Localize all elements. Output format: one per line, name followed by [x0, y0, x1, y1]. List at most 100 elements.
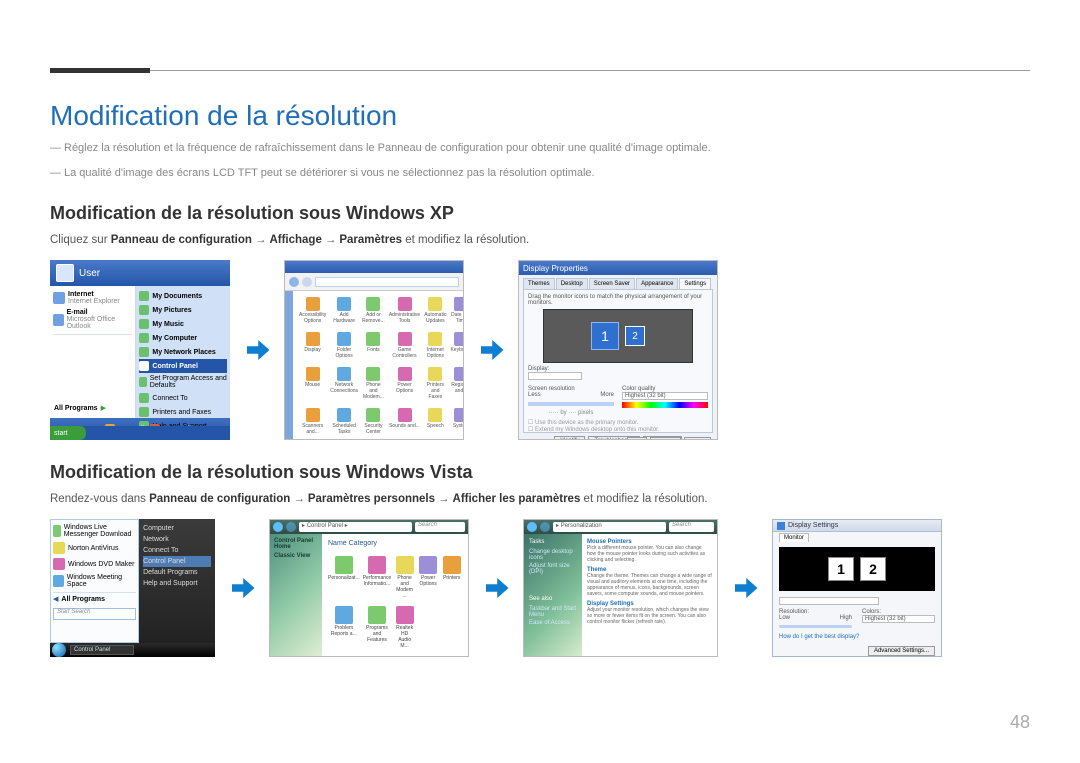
ok-button[interactable]: OK [627, 437, 648, 440]
cp-item[interactable]: Realtek HD Audio M... [394, 606, 415, 650]
see-also-header: See also [529, 596, 577, 602]
monitor-2[interactable]: 2 [860, 557, 886, 581]
cp-item[interactable]: Problem Reports a... [328, 606, 360, 650]
cp-item[interactable]: Printers [441, 556, 462, 600]
advanced-settings-button[interactable]: Advanced Settings... [868, 646, 935, 656]
cp-item[interactable]: Add Hardware [330, 297, 358, 324]
screenshot-vista-display-settings: Display Settings Monitor 1 2 Resolution:… [772, 519, 942, 657]
adjust-dpi-link[interactable]: Adjust font size (DPI) [529, 562, 577, 576]
tab-screensaver[interactable]: Screen Saver [589, 278, 635, 289]
monitor-arrangement[interactable]: 1 2 [779, 547, 935, 591]
messenger-icon [53, 525, 61, 537]
tab-monitor[interactable]: Monitor [779, 533, 809, 542]
address-bar[interactable] [315, 277, 459, 287]
cp-item[interactable]: Security Center [362, 408, 385, 435]
mail-icon [53, 314, 64, 326]
cp-item[interactable]: Performance Informatio... [363, 556, 392, 600]
cp-item[interactable]: Internet Options [424, 332, 446, 359]
color-quality-dropdown[interactable]: Highest (32 bit) [622, 392, 708, 400]
cp-item[interactable]: Regional and... [450, 367, 464, 400]
computer-icon [139, 333, 149, 343]
all-programs[interactable]: All Programs [61, 596, 105, 603]
cp-item[interactable]: Automatic Updates [424, 297, 446, 324]
cp-item[interactable]: Scanners and... [299, 408, 326, 435]
search-input[interactable]: Search [415, 522, 465, 532]
screenshot-xp-start-menu: User InternetInternet Explorer E-mailMic… [50, 260, 230, 440]
forward-icon[interactable] [286, 522, 296, 532]
instruction-xp: Cliquez sur Panneau de configuration→Aff… [50, 234, 1030, 246]
tab-desktop[interactable]: Desktop [556, 278, 588, 289]
change-icons-link[interactable]: Change desktop icons [529, 548, 577, 562]
network-icon [139, 347, 149, 357]
instruction-vista: Rendez-vous dans Panneau de configuratio… [50, 493, 1030, 505]
monitor-1[interactable]: 1 [591, 322, 619, 350]
cp-item[interactable]: Accessibility Options [299, 297, 326, 324]
colors-dropdown[interactable]: Highest (32 bit) [862, 615, 935, 623]
note-1: ―Réglez la résolution et la fréquence de… [50, 140, 1030, 157]
cp-item[interactable]: Personalizat... [328, 556, 360, 600]
folder-icon [139, 305, 149, 315]
cancel-button[interactable]: Cancel [650, 437, 681, 440]
cp-item[interactable]: Date and Time [450, 297, 464, 324]
cp-item[interactable]: Keyboard [450, 332, 464, 359]
back-icon[interactable] [289, 277, 299, 287]
taskbar-item[interactable]: Control Panel [70, 645, 134, 655]
cp-item[interactable]: Phone and Modem... [362, 367, 385, 400]
cp-item[interactable]: Sounds and... [389, 408, 420, 435]
monitor-2[interactable]: 2 [625, 326, 645, 346]
back-icon[interactable] [273, 522, 283, 532]
all-programs[interactable]: All Programs [54, 405, 98, 412]
connect-icon [139, 393, 149, 403]
help-link[interactable]: How do I get the best display? [773, 632, 941, 642]
extend-desktop-checkbox[interactable]: Extend my Windows desktop onto this moni… [535, 427, 659, 433]
monitor-1[interactable]: 1 [828, 557, 854, 581]
start-button[interactable]: start [50, 426, 86, 440]
page-title: Modification de la résolution [50, 100, 1030, 132]
forward-icon[interactable] [540, 522, 550, 532]
display-dropdown[interactable] [528, 372, 582, 380]
cp-item[interactable]: Display [299, 332, 326, 359]
cp-item[interactable]: Administrative Tools [389, 297, 420, 324]
cp-item[interactable]: Game Controllers [389, 332, 420, 359]
tab-appearance[interactable]: Appearance [636, 278, 678, 289]
cp-item[interactable]: Mouse [299, 367, 326, 400]
monitor-arrangement[interactable]: 1 2 [543, 309, 693, 363]
screenshot-xp-display-properties: Display Properties Themes Desktop Screen… [518, 260, 718, 440]
tab-themes[interactable]: Themes [523, 278, 555, 289]
cp-item[interactable]: Power Options [389, 367, 420, 400]
forward-icon[interactable] [302, 277, 312, 287]
screenshot-vista-control-panel: ▸ Control Panel ▸ Search Control Panel H… [269, 519, 469, 657]
page-number: 48 [1010, 712, 1030, 733]
search-input[interactable]: Search [669, 522, 714, 532]
cp-item[interactable]: Folder Options [330, 332, 358, 359]
arrow-right-icon [730, 573, 760, 603]
resolution-slider[interactable] [779, 625, 852, 628]
printers-icon [139, 407, 149, 417]
control-panel-item[interactable]: Control Panel [152, 363, 198, 370]
start-search-input[interactable]: Start Search [53, 608, 136, 620]
cp-item[interactable]: Printers and Faxes [424, 367, 446, 400]
cp-item[interactable]: Scheduled Tasks [330, 408, 358, 435]
cp-item[interactable]: Programs and Features [363, 606, 392, 650]
cp-item[interactable]: Phone and Modem ... [394, 556, 415, 600]
cp-item[interactable]: Speech [424, 408, 446, 435]
cp-item[interactable]: Add or Remove... [362, 297, 385, 324]
cp-item[interactable]: System [450, 408, 464, 435]
cp-item[interactable]: Power Options [418, 556, 439, 600]
address-bar[interactable]: ▸ Personalization [553, 522, 666, 532]
screenshot-xp-control-panel: Accessibility OptionsAdd HardwareAdd or … [284, 260, 464, 440]
classic-view-link[interactable]: Classic View [274, 553, 318, 559]
start-orb-icon[interactable] [52, 643, 66, 657]
xp-screenshot-row: User InternetInternet Explorer E-mailMic… [50, 260, 1030, 440]
antivirus-icon [53, 542, 65, 554]
cp-item[interactable]: Fonts [362, 332, 385, 359]
control-panel-item[interactable]: Control Panel [143, 556, 211, 567]
back-icon[interactable] [527, 522, 537, 532]
apply-button[interactable]: Apply [684, 437, 711, 440]
resolution-slider[interactable] [528, 402, 614, 406]
cp-item[interactable]: Network Connections [330, 367, 358, 400]
tab-settings[interactable]: Settings [679, 278, 711, 289]
address-bar[interactable]: ▸ Control Panel ▸ [299, 522, 412, 532]
display-dropdown[interactable] [779, 597, 879, 605]
cp-home-link[interactable]: Control Panel Home [274, 538, 318, 550]
